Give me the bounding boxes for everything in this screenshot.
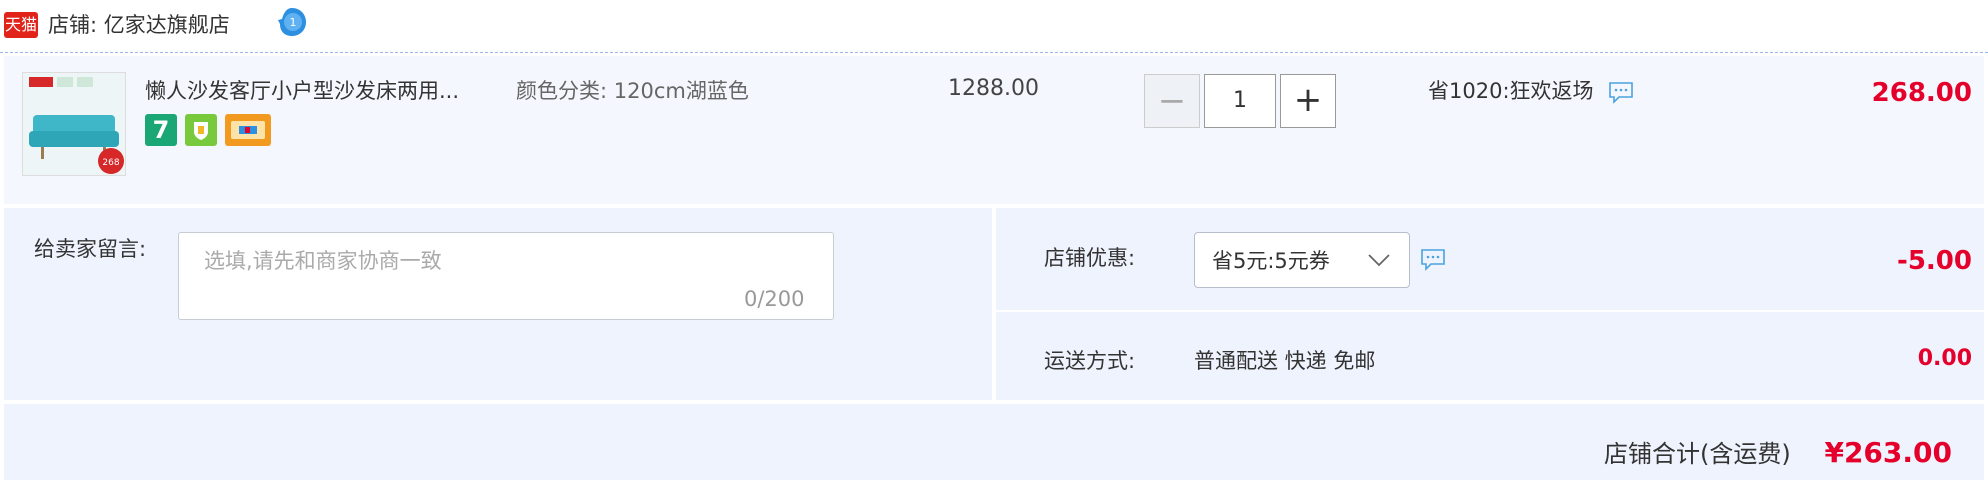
shipping-fee: 0.00	[1917, 346, 1972, 371]
thumb-price-tag: 268	[102, 158, 119, 168]
quantity-decrease-button[interactable]: −	[1144, 74, 1200, 128]
shop-coupon-label: 店铺优惠:	[1044, 246, 1136, 270]
unit-price: 1288.00	[948, 76, 1039, 101]
coupon-selected-value: 省5元:5元券	[1212, 249, 1330, 273]
quantity-input[interactable]: 1	[1204, 74, 1276, 128]
svg-text:1: 1	[290, 16, 297, 29]
shipping-method-label: 运送方式:	[1044, 349, 1136, 373]
product-sku: 颜色分类: 120cm湖蓝色	[516, 79, 749, 103]
product-thumbnail[interactable]: 268	[22, 72, 126, 176]
card-icon[interactable]	[225, 114, 271, 146]
wangwang-icon[interactable]: 1	[276, 6, 308, 38]
promotion-info: 省1020:狂欢返场	[1428, 76, 1634, 106]
product-title-link[interactable]: 懒人沙发客厅小户型沙发床两用...	[145, 76, 459, 106]
seller-message-placeholder: 选填,请先和商家协商一致	[204, 249, 442, 273]
shop-name-link[interactable]: 店铺: 亿家达旗舰店	[48, 10, 230, 40]
coupon-discount-amount: -5.00	[1897, 246, 1972, 276]
seven-day-return-icon[interactable]: 7	[145, 114, 177, 146]
seller-message-label: 给卖家留言:	[34, 237, 147, 261]
shop-total-amount: ¥263.00	[1824, 436, 1952, 469]
quantity-increase-button[interactable]: +	[1280, 74, 1336, 128]
chat-bubble-icon[interactable]	[1420, 247, 1446, 275]
shipping-method-value: 普通配送 快递 免邮	[1194, 349, 1376, 373]
shipping-panel	[996, 312, 1984, 400]
tmall-logo-icon: 天猫	[4, 12, 38, 38]
chat-bubble-icon[interactable]	[1608, 80, 1634, 104]
promotion-text: 省1020:狂欢返场	[1428, 79, 1594, 103]
message-char-counter: 0/200	[744, 287, 805, 311]
coupon-panel	[996, 208, 1984, 310]
chevron-down-icon[interactable]	[1366, 248, 1392, 272]
shield-icon[interactable]	[185, 114, 217, 146]
item-subtotal: 268.00	[1871, 78, 1972, 108]
shop-total-label: 店铺合计(含运费)	[1604, 440, 1791, 468]
